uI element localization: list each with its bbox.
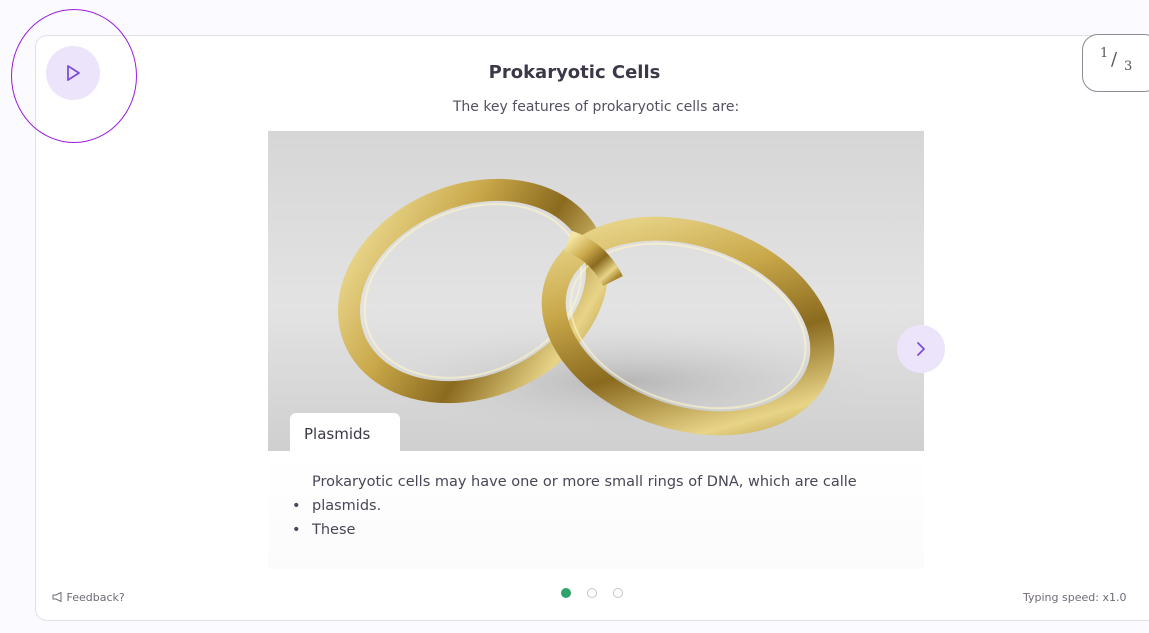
image-caption: Plasmids xyxy=(290,413,400,451)
bullet-list: Prokaryotic cells may have one or more s… xyxy=(268,470,924,542)
slide-image xyxy=(268,131,924,451)
page-dot-active[interactable] xyxy=(561,588,571,598)
feedback-label: Feedback? xyxy=(66,591,125,604)
gold-rings-illustration xyxy=(337,178,878,436)
megaphone-icon xyxy=(52,591,62,603)
counter-current: 1 xyxy=(1100,46,1109,61)
pagination-dots xyxy=(561,587,623,599)
page-dot[interactable] xyxy=(587,588,597,598)
bullet-item: These xyxy=(292,518,924,542)
bullet-item: Prokaryotic cells may have one or more s… xyxy=(312,470,924,494)
feedback-link[interactable]: Feedback? xyxy=(52,591,125,604)
slide-title: Prokaryotic Cells xyxy=(488,62,661,83)
bullet-item-continuation: plasmids. xyxy=(292,494,924,518)
slide-text-panel: Prokaryotic cells may have one or more s… xyxy=(268,451,924,569)
chevron-right-icon xyxy=(917,342,925,356)
page-dot[interactable] xyxy=(613,588,623,598)
typing-speed[interactable]: Typing speed: x1.0 xyxy=(1023,591,1126,604)
next-slide-button[interactable] xyxy=(897,325,945,373)
slide-subtitle: The key features of prokaryotic cells ar… xyxy=(452,99,740,115)
